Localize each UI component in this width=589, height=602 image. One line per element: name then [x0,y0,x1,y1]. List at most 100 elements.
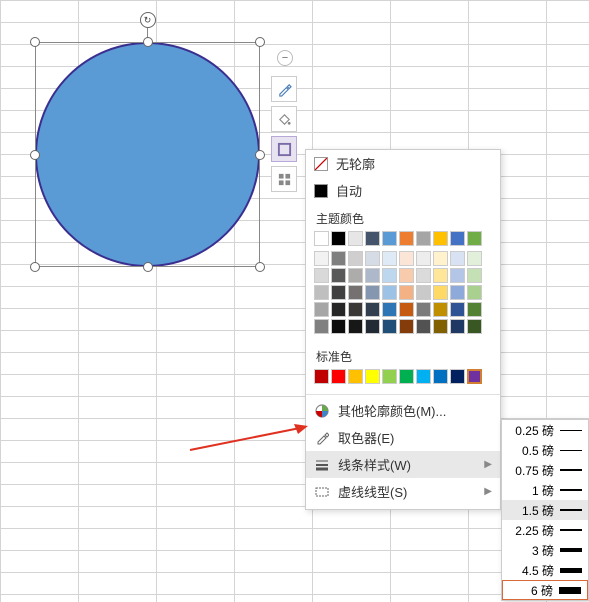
line-weight-option[interactable]: 0.5 磅 [502,440,588,460]
color-swatch[interactable] [467,231,482,246]
color-swatch[interactable] [467,302,482,317]
line-weight-option[interactable]: 1 磅 [502,480,588,500]
line-weight-option[interactable]: 2.25 磅 [502,520,588,540]
color-swatch[interactable] [365,369,380,384]
color-swatch[interactable] [450,319,465,334]
color-swatch[interactable] [416,251,431,266]
color-swatch[interactable] [365,302,380,317]
color-swatch[interactable] [450,251,465,266]
color-swatch[interactable] [467,285,482,300]
circle-shape[interactable] [35,42,260,267]
resize-handle-sw[interactable] [30,262,40,272]
more-colors-item[interactable]: 其他轮廓颜色(M)... [306,397,500,424]
color-swatch[interactable] [348,369,363,384]
color-swatch[interactable] [348,302,363,317]
color-swatch[interactable] [314,231,329,246]
color-swatch[interactable] [416,369,431,384]
resize-handle-n[interactable] [143,37,153,47]
color-swatch[interactable] [467,369,482,384]
color-swatch[interactable] [416,302,431,317]
line-weight-option[interactable]: 4.5 磅 [502,560,588,580]
shape-selection[interactable]: ↻ [35,42,260,267]
color-swatch[interactable] [382,285,397,300]
color-swatch[interactable] [467,319,482,334]
resize-handle-ne[interactable] [255,37,265,47]
color-swatch[interactable] [365,319,380,334]
resize-handle-w[interactable] [30,150,40,160]
line-weight-option[interactable]: 0.75 磅 [502,460,588,480]
color-swatch[interactable] [331,302,346,317]
color-swatch[interactable] [382,268,397,283]
color-swatch[interactable] [433,302,448,317]
color-swatch[interactable] [348,319,363,334]
more-button[interactable] [271,166,297,192]
color-swatch[interactable] [314,268,329,283]
color-swatch[interactable] [382,251,397,266]
resize-handle-s[interactable] [143,262,153,272]
color-swatch[interactable] [314,285,329,300]
color-swatch[interactable] [365,285,380,300]
brush-button[interactable] [271,76,297,102]
color-swatch[interactable] [416,319,431,334]
eyedropper-item[interactable]: 取色器(E) [306,424,500,451]
color-swatch[interactable] [399,231,414,246]
color-swatch[interactable] [433,285,448,300]
color-swatch[interactable] [382,319,397,334]
color-swatch[interactable] [331,268,346,283]
color-swatch[interactable] [416,268,431,283]
color-swatch[interactable] [314,251,329,266]
color-swatch[interactable] [331,231,346,246]
resize-handle-se[interactable] [255,262,265,272]
color-swatch[interactable] [433,268,448,283]
no-outline-item[interactable]: 无轮廓 [306,150,500,177]
line-weight-option[interactable]: 6 磅 [502,580,588,600]
rotate-handle[interactable]: ↻ [140,12,156,28]
color-swatch[interactable] [331,319,346,334]
dash-style-item[interactable]: 虚线线型(S) ▶ [306,478,500,505]
line-weight-option[interactable]: 1.5 磅 [502,500,588,520]
color-swatch[interactable] [399,369,414,384]
color-swatch[interactable] [433,231,448,246]
auto-outline-item[interactable]: 自动 [306,177,500,204]
color-swatch[interactable] [399,319,414,334]
color-swatch[interactable] [331,369,346,384]
color-swatch[interactable] [382,369,397,384]
color-swatch[interactable] [450,268,465,283]
color-swatch[interactable] [365,231,380,246]
resize-handle-e[interactable] [255,150,265,160]
color-swatch[interactable] [450,302,465,317]
color-swatch[interactable] [348,285,363,300]
color-swatch[interactable] [416,231,431,246]
color-swatch[interactable] [450,285,465,300]
color-swatch[interactable] [348,251,363,266]
color-swatch[interactable] [314,302,329,317]
color-swatch[interactable] [399,285,414,300]
color-swatch[interactable] [450,231,465,246]
color-swatch[interactable] [348,268,363,283]
color-swatch[interactable] [314,369,329,384]
resize-handle-nw[interactable] [30,37,40,47]
color-swatch[interactable] [399,302,414,317]
line-weight-option[interactable]: 3 磅 [502,540,588,560]
color-swatch[interactable] [399,268,414,283]
color-swatch[interactable] [433,369,448,384]
color-swatch[interactable] [314,319,329,334]
color-swatch[interactable] [450,369,465,384]
fill-button[interactable] [271,106,297,132]
color-swatch[interactable] [382,231,397,246]
color-swatch[interactable] [433,319,448,334]
color-swatch[interactable] [399,251,414,266]
line-style-item[interactable]: 线条样式(W) ▶ [306,451,500,478]
color-swatch[interactable] [331,285,346,300]
line-weight-option[interactable]: 0.25 磅 [502,420,588,440]
color-swatch[interactable] [467,251,482,266]
color-swatch[interactable] [433,251,448,266]
outline-button[interactable] [271,136,297,162]
color-swatch[interactable] [382,302,397,317]
color-swatch[interactable] [365,251,380,266]
color-swatch[interactable] [365,268,380,283]
color-swatch[interactable] [416,285,431,300]
color-swatch[interactable] [331,251,346,266]
color-swatch[interactable] [467,268,482,283]
color-swatch[interactable] [348,231,363,246]
